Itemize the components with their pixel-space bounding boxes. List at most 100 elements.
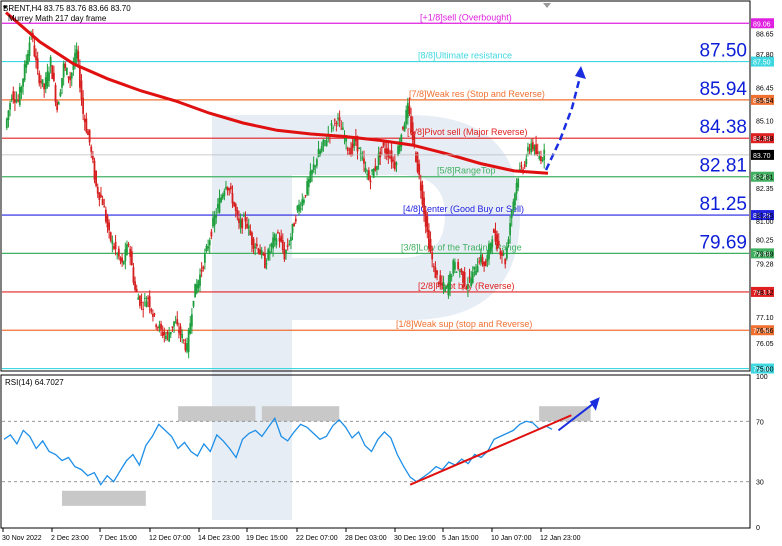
candle bbox=[80, 74, 83, 106]
candle bbox=[419, 174, 422, 199]
price-axis-tick: 78.12 bbox=[756, 290, 774, 297]
candle bbox=[117, 245, 120, 260]
time-axis-tick: 22 Dec 07:00 bbox=[296, 535, 338, 542]
candle bbox=[155, 323, 158, 330]
candle bbox=[161, 325, 164, 339]
candle bbox=[121, 253, 123, 267]
candle bbox=[150, 307, 153, 315]
candle bbox=[28, 36, 31, 62]
time-axis-tick: 10 Jan 07:00 bbox=[491, 535, 532, 542]
candle bbox=[10, 94, 13, 103]
candle bbox=[72, 57, 75, 76]
candle bbox=[134, 276, 136, 292]
candle bbox=[122, 260, 125, 266]
candle bbox=[184, 338, 187, 353]
candle bbox=[96, 183, 99, 198]
candle bbox=[143, 293, 146, 307]
candle bbox=[304, 194, 307, 198]
price-axis-tick: 87.80 bbox=[756, 52, 774, 59]
candle bbox=[7, 109, 10, 128]
murrey-level-label: [1/8]Weak sup (stop and Reverse) bbox=[396, 319, 532, 329]
price-axis-tick: 86.45 bbox=[756, 85, 774, 92]
watermark-logo bbox=[212, 115, 520, 520]
candle bbox=[82, 90, 85, 121]
candle bbox=[523, 161, 526, 169]
price-axis-tick: 88.65 bbox=[756, 31, 774, 38]
svg-text:83.70: 83.70 bbox=[753, 153, 771, 160]
price-axis-tick: 82.35 bbox=[756, 186, 774, 193]
price-axis-tick: 76.05 bbox=[756, 341, 774, 348]
candle bbox=[296, 204, 299, 213]
price-axis-tick: 79.69 bbox=[756, 251, 774, 258]
candle bbox=[410, 107, 412, 136]
candle bbox=[62, 60, 65, 86]
time-axis-tick: 28 Dec 03:00 bbox=[345, 535, 387, 542]
chevron-down-icon[interactable] bbox=[543, 3, 551, 8]
candle bbox=[525, 153, 528, 168]
candle bbox=[168, 326, 171, 343]
candle bbox=[424, 206, 427, 234]
candle bbox=[119, 256, 122, 265]
candle bbox=[38, 70, 41, 87]
chart-area[interactable]: [+1/8]sell (Overbought) 89.06 [8/8]Ultimat… bbox=[0, 0, 782, 546]
price-axis-tick: 81.00 bbox=[756, 219, 774, 226]
level-value-label: 87.50 bbox=[699, 41, 747, 62]
candle bbox=[57, 100, 60, 105]
candle bbox=[426, 211, 429, 239]
candle bbox=[85, 112, 88, 134]
candle bbox=[49, 55, 52, 74]
candle bbox=[303, 196, 305, 206]
candle bbox=[91, 150, 94, 164]
candle bbox=[126, 240, 128, 256]
candle bbox=[54, 82, 57, 107]
candle bbox=[87, 128, 89, 136]
candle bbox=[22, 78, 24, 95]
candle bbox=[51, 64, 54, 80]
candle bbox=[199, 268, 201, 292]
rsi-trendline bbox=[409, 414, 572, 486]
candle bbox=[423, 191, 425, 222]
price-axis-tick: 84.38 bbox=[756, 136, 774, 143]
forecast-arrow bbox=[544, 66, 586, 171]
candle bbox=[194, 283, 197, 298]
candle bbox=[135, 284, 138, 293]
candle bbox=[132, 262, 135, 286]
rsi-zone-box bbox=[178, 406, 256, 422]
candle bbox=[48, 66, 50, 87]
candle bbox=[15, 91, 18, 104]
candle bbox=[20, 85, 23, 99]
candle bbox=[83, 114, 86, 131]
time-axis-tick: 30 Nov 2022 bbox=[2, 535, 42, 542]
candle bbox=[174, 315, 177, 324]
candle bbox=[207, 239, 210, 252]
candle bbox=[533, 144, 536, 156]
candle bbox=[166, 330, 169, 341]
time-axis-tick: 7 Dec 15:00 bbox=[99, 535, 137, 542]
candle bbox=[428, 223, 430, 253]
time-axis-tick: 19 Dec 15:00 bbox=[246, 535, 288, 542]
candle bbox=[93, 157, 96, 184]
candle bbox=[114, 235, 117, 256]
candle bbox=[267, 247, 270, 262]
candle bbox=[208, 237, 211, 254]
candle bbox=[70, 71, 73, 87]
candle bbox=[75, 42, 78, 67]
candle bbox=[106, 213, 109, 233]
candle bbox=[78, 59, 81, 93]
rsi-axis-tick: 0 bbox=[756, 525, 760, 532]
candle bbox=[298, 199, 300, 216]
candle bbox=[18, 83, 21, 107]
candle bbox=[61, 77, 63, 95]
candle bbox=[36, 51, 39, 75]
candle bbox=[187, 327, 190, 359]
candle bbox=[137, 293, 140, 300]
candle bbox=[98, 192, 101, 207]
candle bbox=[65, 67, 68, 76]
candle bbox=[203, 248, 206, 270]
candle bbox=[528, 143, 531, 155]
candle bbox=[44, 72, 47, 94]
candle bbox=[67, 76, 70, 84]
candle bbox=[59, 88, 62, 98]
candle bbox=[527, 142, 529, 157]
price-tag: 89.06 bbox=[751, 18, 774, 29]
